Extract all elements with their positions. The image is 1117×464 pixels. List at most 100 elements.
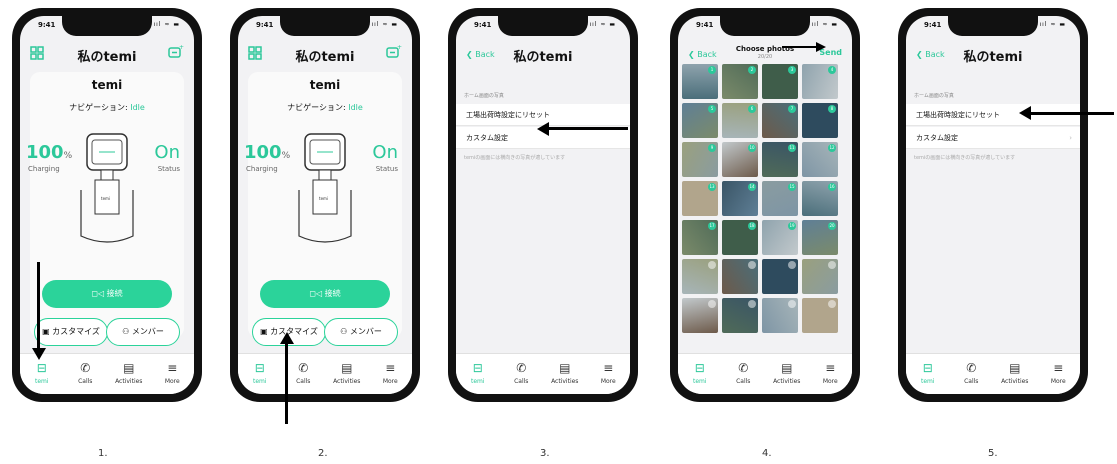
tab-label: Activities [773, 378, 801, 385]
photo-thumbnail[interactable]: 16 [802, 181, 838, 216]
tab-temi[interactable]: ⊟ temi [456, 354, 500, 385]
step-caption-3: 3. [540, 448, 550, 459]
photo-thumbnail[interactable] [802, 298, 838, 333]
robot-card: temi ナビゲーション: Idle 100% Charging On Stat… [26, 72, 184, 346]
photo-thumbnail[interactable]: 19 [762, 220, 798, 255]
photo-thumbnail[interactable]: 14 [722, 181, 758, 216]
member-label: メンバー [349, 327, 382, 336]
section-header: ホーム画面の写真 [914, 93, 954, 99]
phone-screen-4: 9:41 ııl ≈ ▬ ❮ Back Choose photos 20/20 … [670, 8, 860, 402]
photo-thumbnail[interactable] [762, 298, 798, 333]
add-robot-icon[interactable]: + [386, 44, 402, 60]
add-robot-icon[interactable]: + [168, 44, 184, 60]
tab-bar: ⊟ temi ✆ Calls ▤ Activities ≡ More [20, 353, 194, 394]
photo-thumbnail[interactable] [682, 298, 718, 333]
tab-temi[interactable]: ⊟ temi [906, 354, 950, 385]
tab-calls[interactable]: ✆ Calls [282, 354, 326, 385]
photo-thumbnail[interactable]: 2 [722, 64, 758, 99]
custom-settings-row[interactable]: カスタム設定 › [906, 127, 1080, 149]
tab-activities[interactable]: ▤ Activities [107, 354, 151, 385]
tab-more[interactable]: ≡ More [369, 354, 413, 385]
status-value: On [154, 142, 180, 163]
photo-thumbnail[interactable]: 17 [682, 220, 718, 255]
arrow-1 [37, 262, 40, 352]
customize-label: カスタマイズ [270, 327, 318, 336]
customize-button[interactable]: ▣ カスタマイズ [34, 318, 108, 346]
member-button[interactable]: ⚇ メンバー [106, 318, 180, 346]
member-button[interactable]: ⚇ メンバー [324, 318, 398, 346]
tab-activities[interactable]: ▤ Activities [993, 354, 1037, 385]
photo-thumbnail[interactable]: 7 [762, 103, 798, 138]
step-caption-2: 2. [318, 448, 328, 459]
phone-icon: ✆ [80, 361, 91, 375]
tab-temi[interactable]: ⊟ temi [238, 354, 282, 385]
tab-calls[interactable]: ✆ Calls [64, 354, 108, 385]
tab-activities[interactable]: ▤ Activities [543, 354, 587, 385]
nav-label: ナビゲーション: [69, 103, 131, 112]
notch [720, 16, 810, 36]
selected-check-badge: 5 [708, 105, 716, 113]
photo-thumbnail[interactable]: 13 [682, 181, 718, 216]
photo-thumbnail[interactable]: 11 [762, 142, 798, 177]
people-icon: ⚇ [340, 327, 350, 336]
menu-icon: ≡ [603, 361, 614, 375]
app-title: 私のtemi [513, 50, 573, 65]
photo-thumbnail[interactable]: 1 [682, 64, 718, 99]
phone-icon: ✆ [516, 361, 527, 375]
tab-activities[interactable]: ▤ Activities [325, 354, 369, 385]
tab-calls[interactable]: ✆ Calls [950, 354, 994, 385]
photo-thumbnail[interactable]: 3 [762, 64, 798, 99]
photo-thumbnail[interactable] [682, 259, 718, 294]
tab-label: Activities [551, 378, 579, 385]
status-icons: ııl ≈ ▬ [589, 21, 616, 28]
connect-button[interactable]: ◻◁ 接続 [42, 280, 172, 308]
clipboard-icon: ▤ [559, 361, 571, 375]
photo-thumbnail[interactable]: 10 [722, 142, 758, 177]
notch [62, 16, 152, 36]
reset-row[interactable]: 工場出荷時設定にリセット [906, 104, 1080, 126]
photo-thumbnail[interactable]: 12 [802, 142, 838, 177]
temi-icon: ⊟ [36, 361, 47, 375]
photo-thumbnail[interactable] [722, 259, 758, 294]
arrow-2 [285, 342, 288, 424]
photo-thumbnail[interactable]: 8 [802, 103, 838, 138]
menu-icon: ≡ [825, 361, 836, 375]
nav-bar: ❮ Back 私のtemi [906, 40, 1080, 68]
tab-more[interactable]: ≡ More [809, 354, 853, 385]
tab-more[interactable]: ≡ More [587, 354, 631, 385]
tab-calls[interactable]: ✆ Calls [500, 354, 544, 385]
photo-thumbnail[interactable] [722, 298, 758, 333]
selected-check-badge: 20 [828, 222, 836, 230]
selected-check-badge: 1 [708, 66, 716, 74]
photo-thumbnail[interactable]: 6 [722, 103, 758, 138]
tab-more[interactable]: ≡ More [151, 354, 195, 385]
photo-thumbnail[interactable]: 4 [802, 64, 838, 99]
clipboard-icon: ▤ [123, 361, 135, 375]
notch [280, 16, 370, 36]
svg-text:+: + [179, 44, 184, 51]
photo-thumbnail[interactable] [762, 259, 798, 294]
arrowhead-3 [537, 122, 549, 136]
unselected-circle [788, 300, 796, 308]
status-time: 9:41 [256, 21, 274, 29]
photo-thumbnail[interactable]: 20 [802, 220, 838, 255]
selected-check-badge: 10 [748, 144, 756, 152]
photo-thumbnail[interactable]: 5 [682, 103, 718, 138]
chevron-right-icon: › [1069, 134, 1072, 142]
photo-thumbnail[interactable]: 9 [682, 142, 718, 177]
tab-label: More [164, 378, 180, 385]
selected-check-badge: 11 [788, 144, 796, 152]
photo-thumbnail[interactable]: 15 [762, 181, 798, 216]
screen-5: 9:41 ııl ≈ ▬ ❮ Back 私のtemi ホーム画面の写真 工場出荷… [906, 16, 1080, 394]
photo-thumbnail[interactable]: 18 [722, 220, 758, 255]
photo-thumbnail[interactable] [802, 259, 838, 294]
tab-temi[interactable]: ⊟ temi [678, 354, 722, 385]
connect-button[interactable]: ◻◁ 接続 [260, 280, 390, 308]
robot-illustration: temi [80, 133, 134, 243]
tab-activities[interactable]: ▤ Activities [765, 354, 809, 385]
tab-calls[interactable]: ✆ Calls [722, 354, 766, 385]
temi-icon: ⊟ [254, 361, 265, 375]
video-icon: ◻◁ [91, 289, 107, 298]
status-value: On [372, 142, 398, 163]
tab-more[interactable]: ≡ More [1037, 354, 1081, 385]
